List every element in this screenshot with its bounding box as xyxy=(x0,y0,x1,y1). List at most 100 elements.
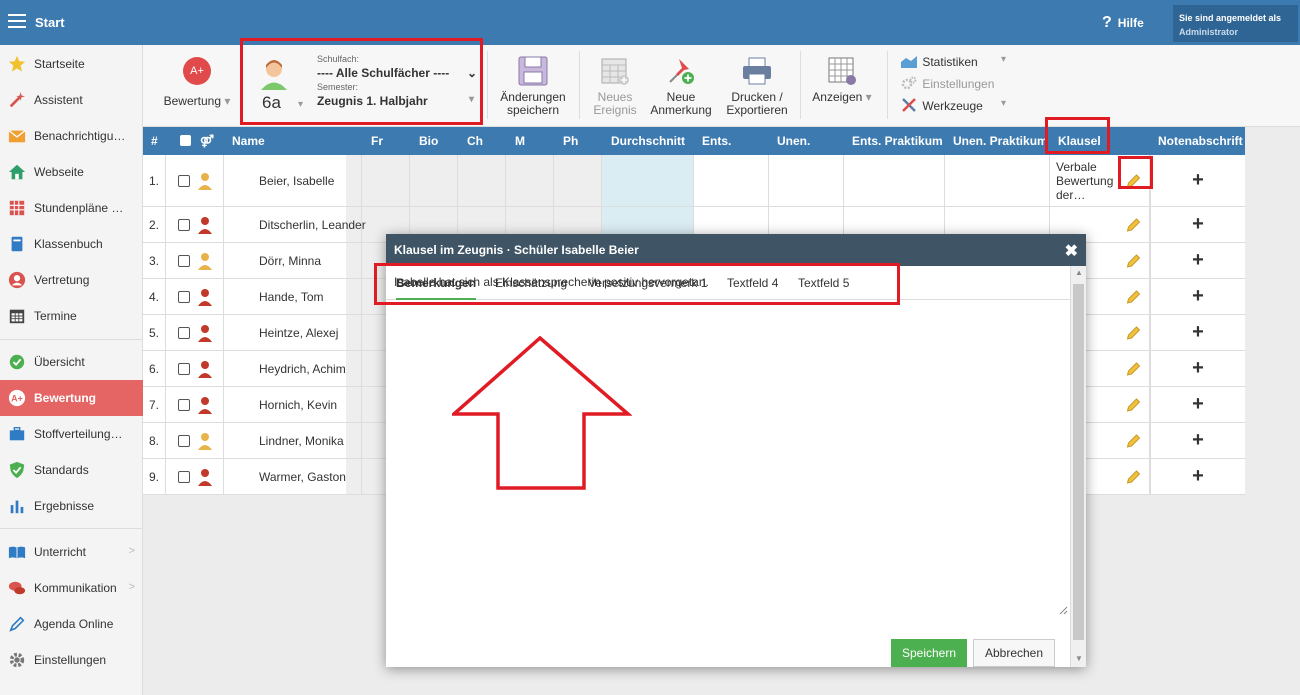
dialog-scrollbar[interactable]: ▲ ▼ xyxy=(1070,266,1086,667)
pen-icon xyxy=(9,616,25,632)
pencil-icon xyxy=(1126,361,1141,376)
print-export-button[interactable]: Drucken / Exportieren xyxy=(721,55,793,117)
close-icon[interactable]: ✖ xyxy=(1065,241,1078,261)
semester-select[interactable]: Zeugnis 1. Halbjahr ▾ xyxy=(317,94,480,108)
add-notenabschrift-button[interactable]: + xyxy=(1151,351,1245,386)
row-checkbox[interactable] xyxy=(178,362,190,375)
add-notenabschrift-button[interactable]: + xyxy=(1151,423,1245,458)
row-checkbox[interactable] xyxy=(178,218,190,231)
edit-klausel-button[interactable] xyxy=(1118,423,1149,458)
sidebar-item-standards[interactable]: Standards xyxy=(0,452,143,488)
sidebar-item-assistent[interactable]: Assistent xyxy=(0,82,143,118)
tools-menu[interactable]: Werkzeuge ▾ xyxy=(901,98,1006,113)
area-chart-icon xyxy=(901,56,917,68)
dialog-title: Klausel im Zeugnis · Schüler Isabelle Be… xyxy=(394,243,639,257)
student-name[interactable]: Hande, Tom xyxy=(224,279,346,314)
sidebar-item-agenda-online[interactable]: Agenda Online xyxy=(0,606,143,642)
add-notenabschrift-button[interactable]: + xyxy=(1151,315,1245,350)
edit-klausel-button[interactable] xyxy=(1118,207,1149,242)
sidebar-item-bewertung[interactable]: A+ Bewertung xyxy=(0,380,143,416)
student-name[interactable]: Lindner, Monika xyxy=(224,423,346,458)
student-name[interactable]: Warmer, Gaston xyxy=(224,459,346,494)
column-header-average[interactable]: Durchschnitt xyxy=(611,134,685,148)
sidebar-item-stoffverteilung[interactable]: Stoffverteilung… xyxy=(0,416,143,452)
class-selector[interactable]: 6a ▾ xyxy=(256,55,303,112)
column-header-ch[interactable]: Ch xyxy=(467,134,483,148)
add-notenabschrift-button[interactable]: + xyxy=(1151,155,1245,206)
column-header-ph[interactable]: Ph xyxy=(563,134,578,148)
statistics-menu[interactable]: Statistiken ▾ xyxy=(901,54,1006,69)
sidebar-item-termine[interactable]: Termine xyxy=(0,298,143,334)
add-notenabschrift-button[interactable]: + xyxy=(1151,387,1245,422)
student-name[interactable]: Dörr, Minna xyxy=(224,243,346,278)
new-event-button[interactable]: Neues Ereignis xyxy=(587,55,643,117)
sidebar-item-klassenbuch[interactable]: Klassenbuch xyxy=(0,226,143,262)
column-header-gender[interactable]: ⚤ xyxy=(200,134,214,148)
student-name[interactable]: Heydrich, Achim xyxy=(224,351,346,386)
add-notenabschrift-button[interactable]: + xyxy=(1151,243,1245,278)
new-note-button[interactable]: Neue Anmerkung xyxy=(648,55,714,117)
scrollbar-thumb[interactable] xyxy=(1073,284,1084,640)
row-checkbox[interactable] xyxy=(178,326,190,339)
sidebar-item-ergebnisse[interactable]: Ergebnisse xyxy=(0,488,143,524)
column-header-ents[interactable]: Ents. xyxy=(702,134,731,148)
save-button[interactable]: Speichern xyxy=(891,639,967,667)
row-checkbox[interactable] xyxy=(178,398,190,411)
edit-klausel-button[interactable] xyxy=(1118,155,1149,206)
row-checkbox[interactable] xyxy=(178,290,190,303)
edit-klausel-button[interactable] xyxy=(1118,351,1149,386)
edit-klausel-button[interactable] xyxy=(1118,243,1149,278)
scroll-down-icon[interactable]: ▼ xyxy=(1075,654,1083,663)
sidebar-item-einstellungen[interactable]: Einstellungen xyxy=(0,642,143,678)
calendar-add-icon xyxy=(601,58,629,85)
sidebar-item-unterricht[interactable]: Unterricht > xyxy=(0,534,143,570)
app-title[interactable]: Start xyxy=(35,15,65,30)
subject-semester-select[interactable]: Schulfach: ---- Alle Schulfächer ---- ⌄ S… xyxy=(317,54,480,108)
column-header-m[interactable]: M xyxy=(515,134,525,148)
scroll-up-icon[interactable]: ▲ xyxy=(1075,268,1083,277)
view-menu[interactable]: Anzeigen ▾ xyxy=(807,55,877,104)
column-header-notenabschrift[interactable]: Notenabschrift xyxy=(1158,134,1243,148)
student-name[interactable]: Beier, Isabelle xyxy=(224,155,346,206)
resize-handle-icon[interactable] xyxy=(1058,605,1068,615)
student-name[interactable]: Hornich, Kevin xyxy=(224,387,346,422)
user-box[interactable]: Sie sind angemeldet als Administrator xyxy=(1173,5,1298,42)
sidebar-item-stundenplaene[interactable]: Stundenpläne … xyxy=(0,190,143,226)
sidebar-item-webseite[interactable]: Webseite xyxy=(0,154,143,190)
student-name[interactable]: Heintze, Alexej xyxy=(224,315,346,350)
row-checkbox[interactable] xyxy=(178,470,190,483)
row-checkbox[interactable] xyxy=(178,174,190,187)
column-header-fr[interactable]: Fr xyxy=(371,134,383,148)
column-header-unen-praktikum[interactable]: Unen. Praktikum xyxy=(953,134,1048,148)
sidebar-item-vertretung[interactable]: Vertretung xyxy=(0,262,143,298)
edit-klausel-button[interactable] xyxy=(1118,315,1149,350)
sidebar-item-kommunikation[interactable]: Kommunikation > xyxy=(0,570,143,606)
add-notenabschrift-button[interactable]: + xyxy=(1151,279,1245,314)
bewertung-menu[interactable]: A+ Bewertung ▾ xyxy=(161,57,233,108)
settings-menu[interactable]: Einstellungen xyxy=(901,76,994,91)
add-notenabschrift-button[interactable]: + xyxy=(1151,207,1245,242)
student-name[interactable]: Ditscherlin, Leander xyxy=(224,207,366,242)
column-header-klausel[interactable]: Klausel xyxy=(1058,134,1101,148)
save-changes-button[interactable]: Änderungen speichern xyxy=(495,55,571,117)
sidebar-item-uebersicht[interactable]: Übersicht xyxy=(0,344,143,380)
sidebar-item-startseite[interactable]: Startseite xyxy=(0,46,143,82)
select-all-checkbox[interactable] xyxy=(180,135,191,149)
column-header-ents-praktikum[interactable]: Ents. Praktikum xyxy=(852,134,943,148)
column-header-unen[interactable]: Unen. xyxy=(777,134,810,148)
subject-select[interactable]: ---- Alle Schulfächer ---- ⌄ xyxy=(317,66,480,80)
column-header-bio[interactable]: Bio xyxy=(419,134,438,148)
add-notenabschrift-button[interactable]: + xyxy=(1151,459,1245,494)
edit-klausel-button[interactable] xyxy=(1118,279,1149,314)
row-checkbox[interactable] xyxy=(178,434,190,447)
edit-klausel-button[interactable] xyxy=(1118,387,1149,422)
row-checkbox[interactable] xyxy=(178,254,190,267)
menu-icon[interactable] xyxy=(8,14,26,28)
grade-icon: A+ xyxy=(8,389,26,407)
column-header-name[interactable]: Name xyxy=(232,134,265,148)
edit-klausel-button[interactable] xyxy=(1118,459,1149,494)
help-link[interactable]: ? Hilfe xyxy=(1102,14,1144,32)
klausel-preview[interactable]: Verbale Bewertung der… xyxy=(1056,160,1113,202)
sidebar-item-benachrichtigungen[interactable]: Benachrichtigu… xyxy=(0,118,143,154)
cancel-button[interactable]: Abbrechen xyxy=(973,639,1055,667)
